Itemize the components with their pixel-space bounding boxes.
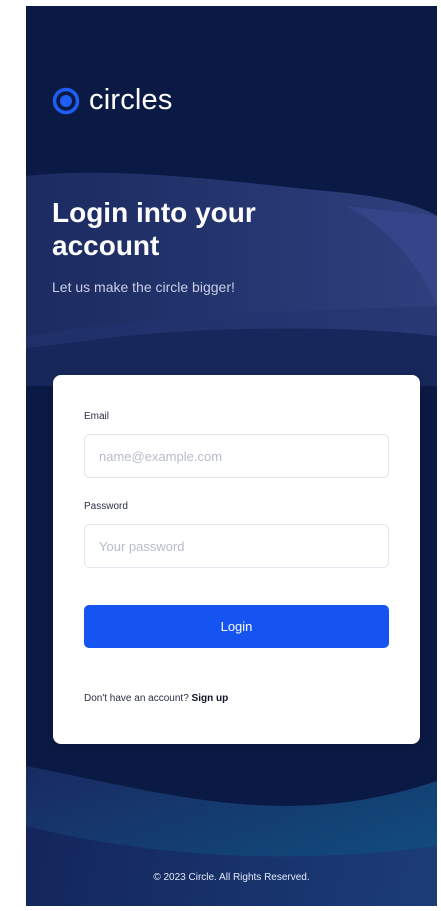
page-title: Login into your account (52, 197, 256, 261)
email-label: Email (84, 411, 110, 422)
hero: Login into your account Let us make the … (52, 196, 312, 295)
page-subtitle: Let us make the circle bigger! (52, 279, 235, 295)
login-screen: circles Login into your account Let us m… (26, 6, 437, 906)
login-card: Email Password Login Don't have an accou… (53, 375, 420, 744)
login-button[interactable]: Login (84, 605, 389, 648)
ring-dot-icon (52, 87, 80, 114)
signup-link[interactable]: Sign up (192, 693, 229, 704)
footer-copyright: © 2023 Circle. All Rights Reserved. (153, 872, 310, 883)
email-field[interactable] (84, 434, 389, 478)
password-label: Password (84, 501, 128, 512)
brand-name: circles (89, 84, 173, 116)
signup-prompt: Don't have an account? (84, 693, 189, 704)
brand-logo: circles (52, 86, 173, 115)
signup-row: Don't have an account? Sign up (84, 693, 228, 704)
password-field[interactable] (84, 524, 389, 568)
